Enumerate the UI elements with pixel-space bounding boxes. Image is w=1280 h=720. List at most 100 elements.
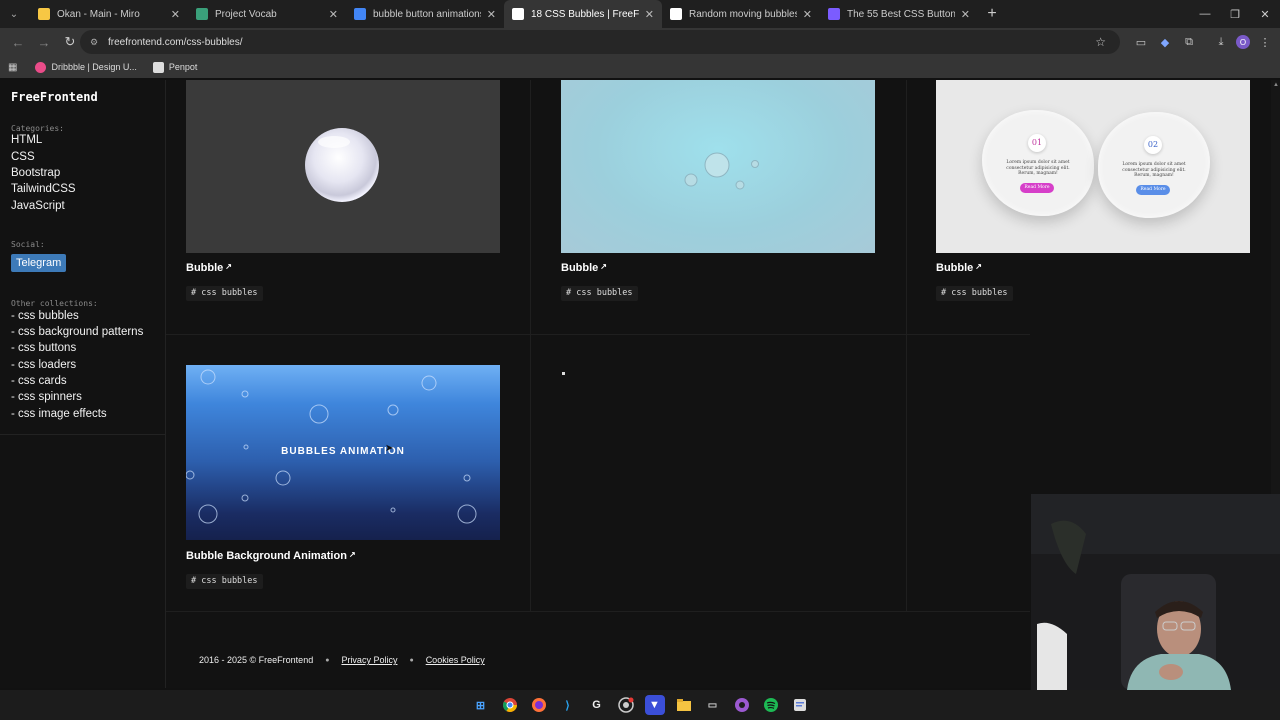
minimize-button[interactable]: — [1190, 0, 1220, 28]
back-button[interactable]: ← [6, 30, 30, 54]
category-bootstrap[interactable]: Bootstrap [11, 167, 60, 179]
preview-text: Lorem ipsum dolor sit amet consectetur a… [1006, 160, 1070, 176]
address-bar[interactable]: ⚙ freefrontend.com/css-bubbles/ ☆ [80, 30, 1120, 54]
loading-indicator [562, 372, 565, 375]
collection-css-bubbles[interactable]: - css bubbles [11, 310, 79, 322]
more-menu-icon[interactable]: ⋮ [1256, 33, 1274, 51]
preview-read-more-button: Read More [1136, 185, 1170, 195]
tab-label: The 55 Best CSS Button Hover [847, 8, 955, 20]
external-link-icon: ↗ [975, 262, 982, 271]
category-javascript[interactable]: JavaScript [11, 200, 65, 212]
tab-search-button[interactable]: ⌄ [2, 3, 26, 25]
card-1-tag[interactable]: # css bubbles [186, 286, 263, 301]
category-html[interactable]: HTML [11, 134, 42, 146]
social-label: Social: [11, 240, 45, 249]
browser-tab[interactable]: 18 CSS Bubbles | FreeFrontend ✕ [504, 0, 662, 28]
extensions-icon[interactable]: ⧉ [1180, 33, 1198, 51]
collection-css-buttons[interactable]: - css buttons [11, 342, 76, 354]
new-tab-button[interactable]: + [978, 0, 1006, 28]
bookmark-dribbble[interactable]: Dribbble | Design U... [35, 61, 137, 73]
window-controls: — ❐ ✕ [1190, 0, 1280, 28]
windows-start-icon[interactable]: ⊞ [471, 695, 491, 715]
browser-tab[interactable]: bubble button animations css ✕ [346, 0, 504, 28]
page-footer: 2016 - 2025 © FreeFrontend ● Privacy Pol… [199, 655, 485, 665]
editor-icon[interactable] [790, 695, 810, 715]
bookmark-penpot[interactable]: Penpot [152, 61, 198, 73]
dribbble-icon [35, 61, 47, 73]
card-4-preview[interactable]: BUBBLES ANIMATION ➤ [186, 365, 500, 540]
category-tailwindcss[interactable]: TailwindCSS [11, 183, 76, 195]
collection-css-background-patterns[interactable]: - css background patterns [11, 326, 143, 338]
category-css[interactable]: CSS [11, 151, 35, 163]
footer-separator: ● [409, 656, 414, 664]
chrome-canary-icon[interactable] [616, 695, 636, 715]
card-2-title[interactable]: Bubble ↗ [561, 262, 607, 274]
forward-button[interactable]: → [32, 30, 56, 54]
file-explorer-icon[interactable] [674, 695, 694, 715]
arrow-right-icon: → [37, 34, 51, 50]
browser-tab[interactable]: Random moving bubbles ✕ [662, 0, 820, 28]
vscode-icon[interactable]: ⟩ [558, 695, 578, 715]
webcam-person-image [1031, 494, 1280, 690]
telegram-button[interactable]: Telegram [11, 254, 67, 272]
close-tab-icon[interactable]: ✕ [171, 8, 180, 21]
bookmark-star-icon[interactable]: ☆ [1095, 35, 1106, 49]
card-4-title[interactable]: Bubble Background Animation ↗ [186, 550, 356, 562]
card-2-preview[interactable] [561, 80, 875, 253]
close-tab-icon[interactable]: ✕ [803, 8, 812, 21]
card-2-tag[interactable]: # css bubbles [561, 286, 638, 301]
tab-strip: ⌄ Okan - Main - Miro ✕ Project Vocab ✕ bubbl… [0, 0, 1280, 28]
cast-icon[interactable]: ▭ [1132, 33, 1150, 51]
bookmark-label: Penpot [168, 62, 198, 72]
cookies-policy-link[interactable]: Cookies Policy [426, 655, 485, 665]
card-1-title[interactable]: Bubble ↗ [186, 262, 232, 274]
collection-css-cards[interactable]: - css cards [11, 375, 67, 387]
browser-tab[interactable]: Okan - Main - Miro ✕ [30, 0, 188, 28]
bookmark-label: Dribbble | Design U... [51, 62, 137, 72]
bitwarden-extension-icon[interactable]: ◆ [1156, 33, 1174, 51]
site-info-icon[interactable]: ⚙ [88, 36, 100, 48]
apps-grid-icon[interactable]: ▦ [8, 62, 17, 73]
browser-tab[interactable]: The 55 Best CSS Button Hover ✕ [820, 0, 978, 28]
chevron-down-icon: ⌄ [9, 8, 19, 20]
close-tab-icon[interactable]: ✕ [961, 8, 970, 21]
close-tab-icon[interactable]: ✕ [329, 8, 338, 21]
reload-button[interactable]: ↻ [58, 30, 82, 54]
card-3-tag[interactable]: # css bubbles [936, 286, 1013, 301]
toolbar-actions: ▭ ◆ ⧉ ⤓ O ⋮ [1132, 30, 1274, 54]
preview-bubble-card: 01 Lorem ipsum dolor sit amet consectetu… [982, 110, 1094, 216]
terminal-icon[interactable]: ▭ [703, 695, 723, 715]
bubble-illustration [305, 128, 379, 202]
bitwarden-icon[interactable]: ▼ [644, 695, 665, 715]
card-1-preview[interactable] [186, 80, 500, 253]
codepen-icon [670, 8, 682, 20]
github-desktop-icon[interactable] [732, 695, 752, 715]
card-3-title[interactable]: Bubble ↗ [936, 262, 982, 274]
restore-button[interactable]: ❐ [1220, 0, 1250, 28]
card-3-preview[interactable]: 01 Lorem ipsum dolor sit amet consectetu… [936, 80, 1250, 253]
collection-css-spinners[interactable]: - css spinners [11, 391, 82, 403]
spotify-icon[interactable] [761, 695, 781, 715]
penpot-icon [152, 61, 164, 73]
profile-avatar[interactable]: O [1236, 35, 1250, 49]
collection-css-loaders[interactable]: - css loaders [11, 359, 76, 371]
external-link-icon: ↗ [225, 262, 232, 271]
google-icon [354, 8, 366, 20]
chrome-icon[interactable] [500, 695, 520, 715]
preview-heading: BUBBLES ANIMATION [281, 446, 405, 457]
six-icon [828, 8, 840, 20]
privacy-policy-link[interactable]: Privacy Policy [341, 655, 397, 665]
close-window-button[interactable]: ✕ [1250, 0, 1280, 28]
url-text: freefrontend.com/css-bubbles/ [108, 36, 243, 48]
close-tab-icon[interactable]: ✕ [645, 8, 654, 21]
preview-number: 01 [1028, 134, 1046, 152]
card-4-tag[interactable]: # css bubbles [186, 574, 263, 589]
site-logo[interactable]: FreeFrontend [11, 90, 98, 104]
tab-label: Okan - Main - Miro [57, 8, 140, 20]
logitech-icon[interactable]: G [587, 695, 607, 715]
browser-tab[interactable]: Project Vocab ✕ [188, 0, 346, 28]
collection-css-image-effects[interactable]: - css image effects [11, 408, 107, 420]
download-icon[interactable]: ⤓ [1212, 33, 1230, 51]
close-tab-icon[interactable]: ✕ [487, 8, 496, 21]
firefox-icon[interactable] [529, 695, 549, 715]
